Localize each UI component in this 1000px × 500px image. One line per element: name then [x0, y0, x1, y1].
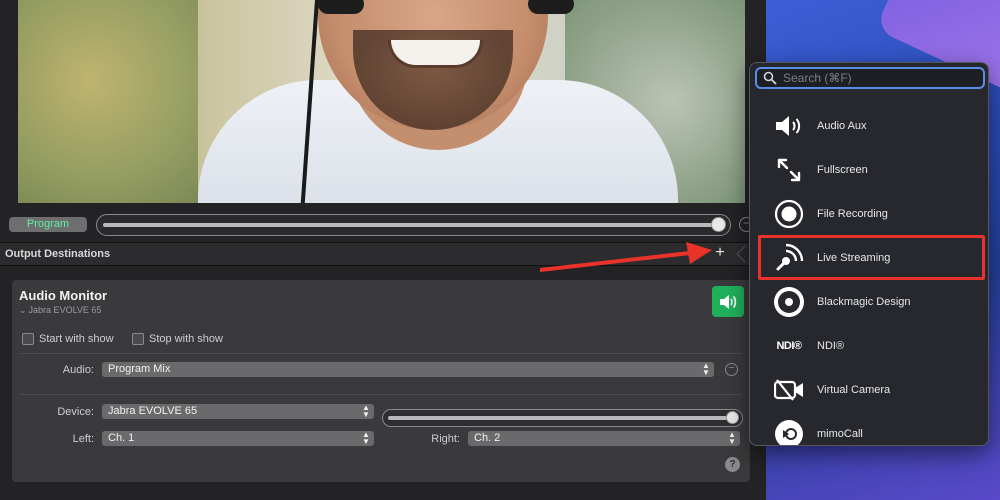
menu-item-label: Audio Aux — [817, 120, 867, 132]
divider — [20, 353, 742, 354]
select-arrows-icon: ▲ ▼ — [728, 430, 736, 446]
speaker-icon — [771, 110, 807, 142]
preview-background-left — [18, 0, 198, 203]
menu-item-fullscreen[interactable]: Fullscreen — [750, 148, 988, 192]
output-destinations-title: Output Destinations — [5, 248, 111, 260]
select-arrows-icon: ▲ ▼ — [702, 361, 710, 377]
audio-source-select[interactable]: Program Mix ▲ ▼ — [102, 362, 714, 377]
left-channel-value: Ch. 1 — [108, 432, 135, 444]
ndi-icon: NDI® — [771, 330, 807, 362]
left-channel-label: Left: — [72, 433, 94, 445]
fullscreen-icon — [771, 154, 807, 186]
popup-search-input[interactable] — [783, 70, 978, 86]
device-label: Device: — [57, 406, 94, 418]
virtual-camera-icon — [771, 374, 807, 406]
menu-item-label: mimoCall — [817, 428, 863, 440]
menu-item-audio-aux[interactable]: Audio Aux — [750, 104, 988, 148]
program-slider[interactable] — [96, 214, 731, 236]
record-icon — [771, 198, 807, 230]
volume-slider-track — [388, 416, 727, 420]
program-slider-knob[interactable] — [711, 217, 726, 232]
speaker-icon — [720, 294, 737, 309]
menu-item-label: NDI® — [817, 340, 845, 352]
search-icon — [763, 71, 777, 85]
ndi-icon-text: NDI® — [776, 340, 802, 352]
menu-item-virtual-camera[interactable]: Virtual Camera — [750, 368, 988, 412]
chevron-down-icon: ⌄ — [19, 305, 27, 315]
blackmagic-icon — [771, 286, 807, 318]
audio-monitor-device-summary[interactable]: ⌄ Jabra EVOLVE 65 — [19, 305, 101, 316]
video-preview — [18, 0, 745, 203]
annotation-arrow-icon — [540, 242, 712, 272]
app-window: Program − Output Destinations + Audio Mo… — [0, 0, 766, 500]
program-label[interactable]: Program — [9, 217, 87, 232]
help-button[interactable]: ? — [725, 457, 740, 472]
start-with-show-box[interactable] — [22, 333, 34, 345]
select-arrows-icon: ▲ ▼ — [362, 430, 370, 446]
start-with-show-label: Start with show — [39, 333, 114, 345]
menu-item-label: Virtual Camera — [817, 384, 891, 396]
audio-source-value: Program Mix — [108, 363, 171, 375]
menu-item-label: Fullscreen — [817, 164, 868, 176]
headset-ear-right — [528, 0, 574, 14]
menu-item-ndi[interactable]: NDI® NDI® — [750, 324, 988, 368]
live-streaming-highlight — [758, 235, 985, 280]
right-channel-select[interactable]: Ch. 2 ▲ ▼ — [468, 431, 740, 446]
right-channel-label: Right: — [431, 433, 460, 445]
menu-item-label: File Recording — [817, 208, 888, 220]
volume-slider-knob[interactable] — [726, 411, 739, 424]
menu-item-blackmagic-design[interactable]: Blackmagic Design — [750, 280, 988, 324]
popup-search-box[interactable] — [755, 67, 985, 89]
audio-label: Audio: — [62, 364, 94, 376]
select-arrows-icon: ▲ ▼ — [362, 403, 370, 419]
stop-with-show-checkbox[interactable]: Stop with show — [132, 332, 223, 346]
audio-monitor-toggle-button[interactable] — [712, 286, 744, 317]
remove-audio-icon[interactable]: − — [725, 363, 738, 376]
menu-item-file-recording[interactable]: File Recording — [750, 192, 988, 236]
audio-monitor-device-summary-text: Jabra EVOLVE 65 — [28, 305, 102, 315]
menu-item-mimocall[interactable]: mimoCall — [750, 412, 988, 445]
stop-with-show-box[interactable] — [132, 333, 144, 345]
start-with-show-checkbox[interactable]: Start with show — [22, 332, 114, 346]
audio-monitor-title: Audio Monitor — [19, 288, 108, 303]
program-row: Program − — [0, 212, 766, 238]
headset-ear-left — [318, 0, 364, 14]
preview-smile — [388, 40, 483, 68]
left-channel-select[interactable]: Ch. 1 ▲ ▼ — [102, 431, 374, 446]
stop-with-show-label: Stop with show — [149, 333, 223, 345]
device-value: Jabra EVOLVE 65 — [108, 405, 198, 417]
mimocall-icon — [771, 418, 807, 445]
divider — [20, 394, 742, 395]
monitor-volume-slider[interactable] — [382, 409, 743, 427]
program-slider-track — [103, 223, 712, 227]
right-channel-value: Ch. 2 — [474, 432, 501, 444]
audio-monitor-panel: Audio Monitor ⌄ Jabra EVOLVE 65 Start wit… — [12, 280, 750, 482]
device-select[interactable]: Jabra EVOLVE 65 ▲ ▼ — [102, 404, 374, 419]
menu-item-label: Blackmagic Design — [817, 296, 911, 308]
